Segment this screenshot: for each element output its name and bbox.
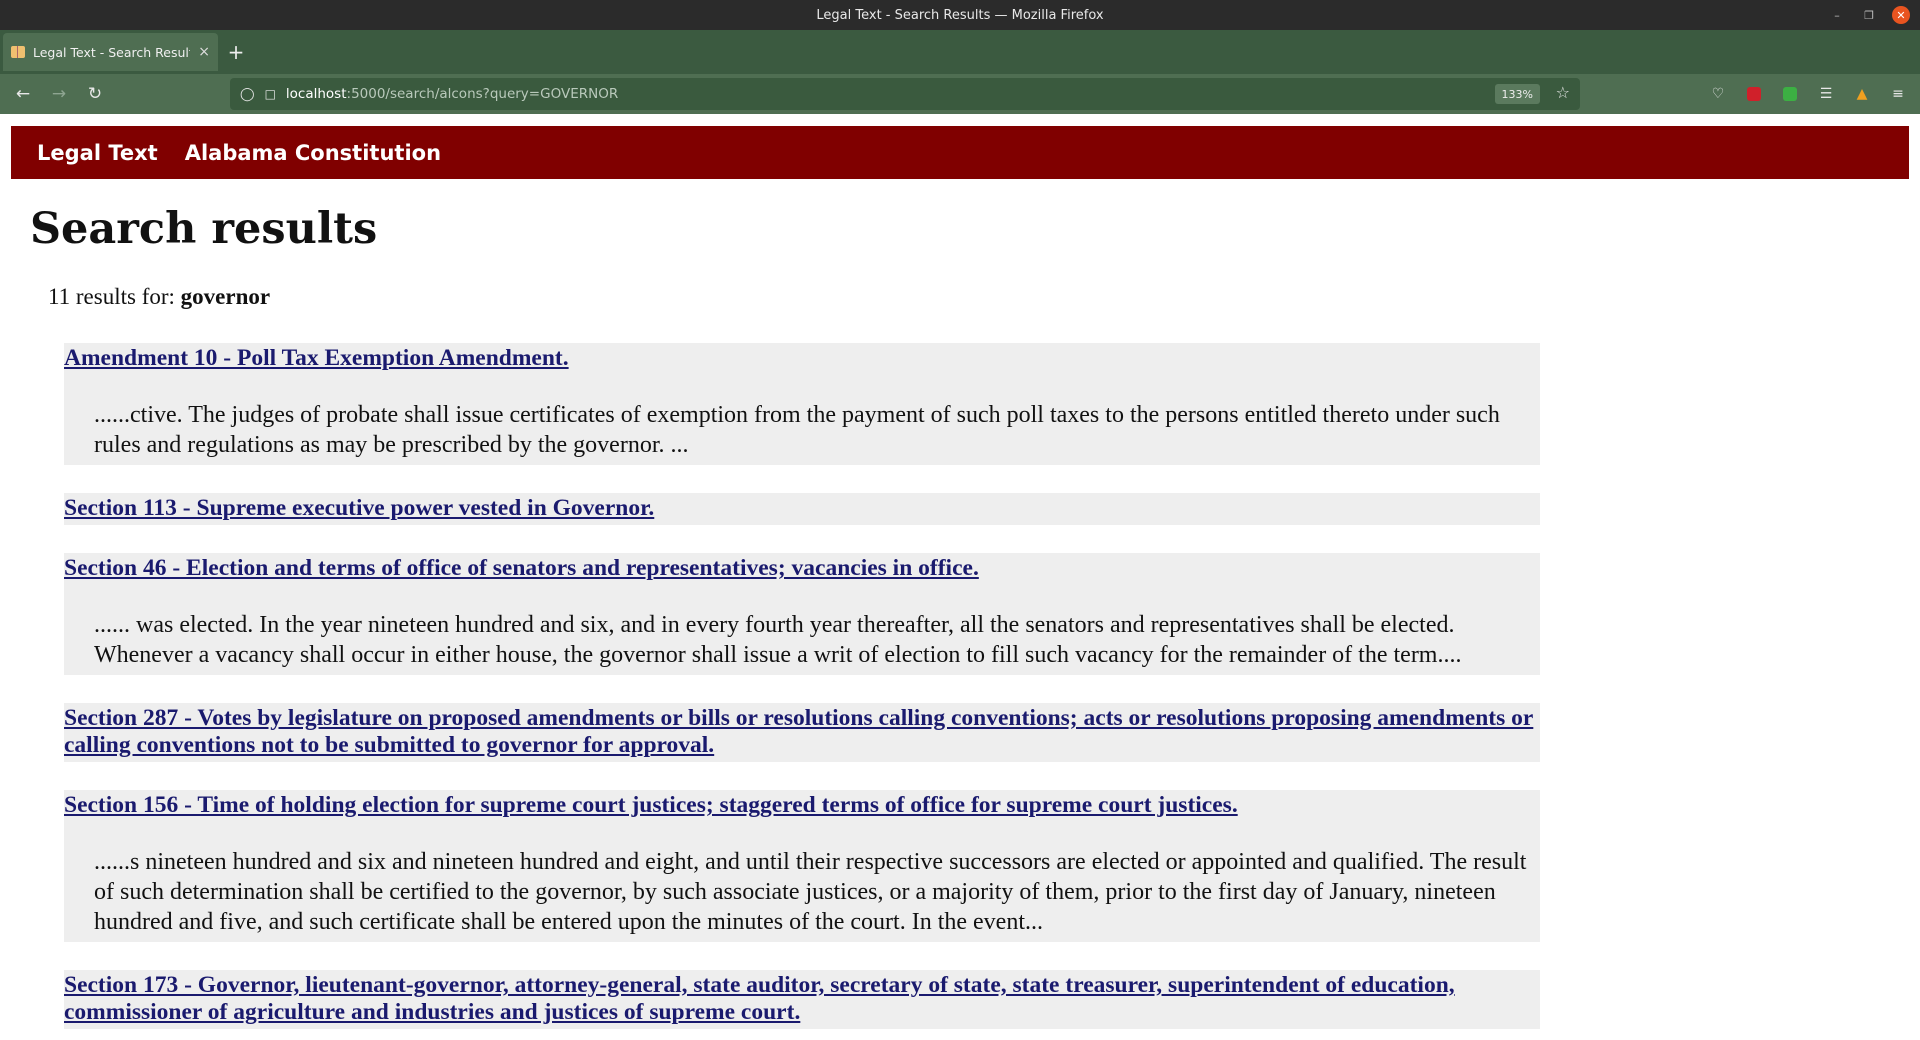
close-window-icon[interactable]: ✕ bbox=[1892, 6, 1910, 24]
result-link[interactable]: Section 287 - Votes by legislature on pr… bbox=[64, 705, 1540, 759]
page-info-icon[interactable]: □ bbox=[265, 87, 276, 101]
result-snippet: ......s nineteen hundred and six and nin… bbox=[94, 849, 1527, 935]
book-favicon-icon bbox=[11, 46, 25, 58]
tab-title: Legal Text - Search Results bbox=[33, 44, 191, 60]
result-link[interactable]: Section 113 - Supreme executive power ve… bbox=[64, 495, 1540, 522]
results-list: Amendment 10 - Poll Tax Exemption Amendm… bbox=[64, 343, 1540, 1040]
results-count-text: 11 results for: bbox=[48, 284, 181, 309]
url-bar[interactable]: ◯ □ localhost:5000/search/alcons?query=G… bbox=[230, 78, 1580, 110]
alabama-constitution-link[interactable]: Alabama Constitution bbox=[185, 141, 441, 165]
window-title: Legal Text - Search Results — Mozilla Fi… bbox=[816, 7, 1104, 23]
bookmark-star-icon[interactable]: ☆ bbox=[1556, 83, 1570, 102]
result-item: Section 287 - Votes by legislature on pr… bbox=[64, 703, 1540, 762]
site-header: Legal Text Alabama Constitution bbox=[11, 126, 1909, 179]
tab-legal-text-search-results[interactable]: Legal Text - Search Results × bbox=[3, 33, 218, 71]
library-icon[interactable]: ☰ bbox=[1814, 82, 1838, 106]
page-title: Search results bbox=[30, 204, 378, 254]
green-extension-icon[interactable] bbox=[1778, 82, 1802, 106]
toolbar-extensions: ♡ ☰ ▲ ≡ bbox=[1706, 74, 1920, 114]
forward-arrow-icon[interactable]: → bbox=[41, 78, 77, 110]
result-item: Section 156 - Time of holding election f… bbox=[64, 790, 1540, 942]
minimize-icon[interactable]: – bbox=[1828, 6, 1846, 24]
new-tab-button[interactable]: + bbox=[218, 33, 254, 71]
result-link[interactable]: Section 156 - Time of holding election f… bbox=[64, 792, 1540, 819]
window-titlebar: Legal Text - Search Results — Mozilla Fi… bbox=[0, 0, 1920, 30]
result-snippet: ......ctive. The judges of probate shall… bbox=[94, 402, 1500, 458]
navigation-toolbar: ← → ↻ ◯ □ localhost:5000/search/alcons?q… bbox=[0, 74, 1920, 114]
result-snippet: ...... was elected. In the year nineteen… bbox=[94, 612, 1462, 668]
hamburger-menu-icon[interactable]: ≡ bbox=[1886, 82, 1910, 106]
page-content: Legal Text Alabama Constitution Search r… bbox=[0, 114, 1920, 1040]
result-link[interactable]: Section 173 - Governor, lieutenant-gover… bbox=[64, 972, 1540, 1026]
result-item: Section 113 - Supreme executive power ve… bbox=[64, 493, 1540, 525]
shield-icon[interactable]: ◯ bbox=[240, 87, 255, 102]
result-item: Section 173 - Governor, lieutenant-gover… bbox=[64, 970, 1540, 1029]
orange-extension-icon[interactable]: ▲ bbox=[1850, 82, 1874, 106]
results-summary: 11 results for: governor bbox=[48, 284, 270, 310]
url-path: :5000/search/alcons?query=GOVERNOR bbox=[346, 86, 619, 102]
pocket-icon[interactable]: ♡ bbox=[1706, 82, 1730, 106]
tab-strip: Legal Text - Search Results × + bbox=[0, 30, 1920, 74]
reload-icon[interactable]: ↻ bbox=[77, 78, 113, 110]
url-text[interactable]: localhost:5000/search/alcons?query=GOVER… bbox=[286, 86, 618, 102]
url-host: localhost bbox=[285, 86, 347, 102]
maximize-icon[interactable]: ❐ bbox=[1860, 6, 1878, 24]
result-item: Section 46 - Election and terms of offic… bbox=[64, 553, 1540, 675]
site-brand-link[interactable]: Legal Text bbox=[37, 141, 158, 165]
ublock-extension-icon[interactable] bbox=[1742, 82, 1766, 106]
window-controls: – ❐ ✕ bbox=[1828, 0, 1910, 30]
zoom-level-badge[interactable]: 133% bbox=[1494, 84, 1540, 104]
back-arrow-icon[interactable]: ← bbox=[5, 78, 41, 110]
result-link[interactable]: Amendment 10 - Poll Tax Exemption Amendm… bbox=[64, 345, 1540, 372]
search-query: governor bbox=[180, 284, 271, 309]
result-link[interactable]: Section 46 - Election and terms of offic… bbox=[64, 555, 1540, 582]
tab-close-icon[interactable]: × bbox=[198, 44, 210, 60]
result-item: Amendment 10 - Poll Tax Exemption Amendm… bbox=[64, 343, 1540, 465]
